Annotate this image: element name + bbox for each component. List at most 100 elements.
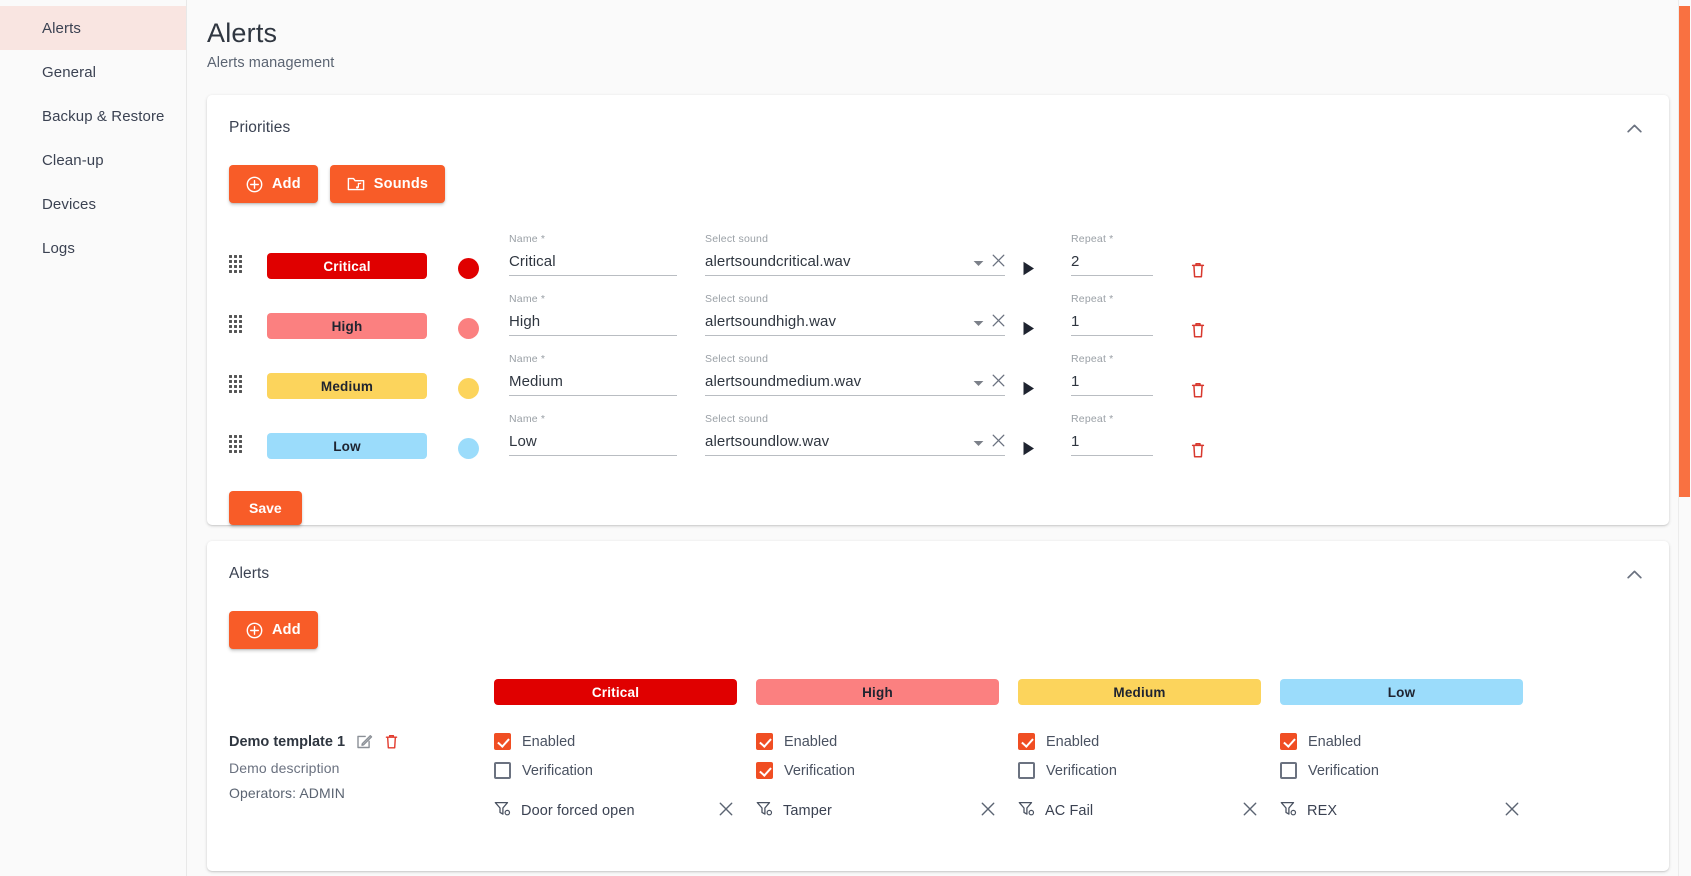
filter-settings-icon[interactable]: [756, 801, 773, 821]
enabled-label: Enabled: [1046, 734, 1099, 750]
play-sound-icon[interactable]: [1005, 321, 1051, 345]
priority-badge: Medium: [267, 373, 427, 399]
sidebar-item-label: Alerts: [42, 20, 81, 37]
filter-settings-icon[interactable]: [1018, 801, 1035, 821]
sidebar-item-backup-restore[interactable]: Backup & Restore: [0, 94, 186, 138]
verification-checkbox-row[interactable]: Verification: [756, 762, 999, 779]
priority-sound-select[interactable]: alertsoundhigh.wav: [705, 313, 1005, 336]
sidebar-item-alerts[interactable]: Alerts: [0, 6, 186, 50]
priority-sound-select[interactable]: alertsoundcritical.wav: [705, 253, 1005, 276]
sidebar-item-clean-up[interactable]: Clean-up: [0, 138, 186, 182]
delete-priority-button[interactable]: [1153, 381, 1243, 405]
priority-repeat-input[interactable]: 1: [1071, 313, 1153, 336]
verification-checkbox[interactable]: [756, 762, 773, 779]
priority-name-input[interactable]: Medium: [509, 373, 677, 396]
clear-sound-icon[interactable]: [992, 314, 1005, 332]
chevron-up-icon[interactable]: [1621, 561, 1647, 587]
priority-color-picker[interactable]: [427, 318, 509, 345]
priority-color-picker[interactable]: [427, 438, 509, 465]
field-label-name: Name *: [509, 353, 545, 365]
sound-field-actions: [973, 434, 1005, 452]
priority-row: Medium Name * Medium Select sound alerts…: [207, 345, 1669, 405]
priority-repeat-input[interactable]: 1: [1071, 433, 1153, 456]
enabled-checkbox[interactable]: [494, 733, 511, 750]
priority-repeat-field: Repeat * 1: [1071, 373, 1153, 398]
chevron-up-icon[interactable]: [1621, 115, 1647, 141]
verification-checkbox-row[interactable]: Verification: [494, 762, 737, 779]
priority-repeat-input[interactable]: 2: [1071, 253, 1153, 276]
clear-sound-icon[interactable]: [992, 434, 1005, 452]
scrollbar-thumb[interactable]: [1679, 6, 1690, 497]
chevron-down-icon[interactable]: [973, 434, 984, 452]
priority-repeat-input[interactable]: 1: [1071, 373, 1153, 396]
page-scrollbar[interactable]: [1678, 0, 1691, 876]
trash-icon[interactable]: [384, 733, 399, 750]
drag-handle-icon[interactable]: [229, 255, 267, 285]
edit-pencil-icon[interactable]: [356, 733, 373, 750]
play-sound-icon[interactable]: [1005, 381, 1051, 405]
alert-template-cell: Demo template 1 Demo description Operato…: [229, 733, 494, 821]
enabled-checkbox[interactable]: [1280, 733, 1297, 750]
drag-handle-icon[interactable]: [229, 375, 267, 405]
filter-settings-icon[interactable]: [1280, 801, 1297, 821]
priority-sound-field: Select sound alertsoundlow.wav: [705, 433, 1005, 458]
enabled-checkbox-row[interactable]: Enabled: [1018, 733, 1261, 750]
verification-checkbox[interactable]: [494, 762, 511, 779]
enabled-checkbox[interactable]: [756, 733, 773, 750]
chevron-down-icon[interactable]: [973, 314, 984, 332]
enabled-checkbox-row[interactable]: Enabled: [1280, 733, 1523, 750]
sidebar-item-general[interactable]: General: [0, 50, 186, 94]
enabled-checkbox[interactable]: [1018, 733, 1035, 750]
priority-repeat-field: Repeat * 1: [1071, 313, 1153, 338]
verification-checkbox-row[interactable]: Verification: [1018, 762, 1261, 779]
priority-name-input[interactable]: High: [509, 313, 677, 336]
clear-sound-icon[interactable]: [992, 254, 1005, 272]
play-sound-icon[interactable]: [1005, 261, 1051, 285]
enabled-checkbox-row[interactable]: Enabled: [756, 733, 999, 750]
template-operators: Operators: ADMIN: [229, 785, 484, 801]
field-label-name: Name *: [509, 413, 545, 425]
chevron-down-icon[interactable]: [973, 374, 984, 392]
list-item: Door forced open: [494, 801, 737, 821]
priority-sound-field: Select sound alertsoundcritical.wav: [705, 253, 1005, 278]
priority-name-input[interactable]: Low: [509, 433, 677, 456]
verification-checkbox-row[interactable]: Verification: [1280, 762, 1523, 779]
settings-sidebar: Alerts General Backup & Restore Clean-up…: [0, 0, 187, 876]
delete-priority-button[interactable]: [1153, 261, 1243, 285]
verification-checkbox[interactable]: [1280, 762, 1297, 779]
drag-handle-icon[interactable]: [229, 435, 267, 465]
priority-name-input[interactable]: Critical: [509, 253, 677, 276]
add-alert-button[interactable]: Add: [229, 611, 318, 649]
priority-sound-select[interactable]: alertsoundmedium.wav: [705, 373, 1005, 396]
remove-item-icon[interactable]: [981, 802, 999, 820]
filter-settings-icon[interactable]: [494, 801, 511, 821]
sidebar-item-devices[interactable]: Devices: [0, 182, 186, 226]
field-label-select-sound: Select sound: [705, 293, 768, 305]
priority-color-picker[interactable]: [427, 258, 509, 285]
chevron-down-icon[interactable]: [973, 254, 984, 272]
save-button[interactable]: Save: [229, 491, 302, 525]
enabled-checkbox-row[interactable]: Enabled: [494, 733, 737, 750]
clear-sound-icon[interactable]: [992, 374, 1005, 392]
color-swatch: [458, 318, 479, 339]
priority-sound-select[interactable]: alertsoundlow.wav: [705, 433, 1005, 456]
sounds-button[interactable]: Sounds: [330, 165, 445, 203]
page-subtitle: Alerts management: [207, 55, 1669, 71]
delete-priority-button[interactable]: [1153, 441, 1243, 465]
enabled-label: Enabled: [1308, 734, 1361, 750]
priority-badge: Critical: [267, 253, 427, 279]
priority-color-picker[interactable]: [427, 378, 509, 405]
drag-handle-icon[interactable]: [229, 315, 267, 345]
add-priority-button[interactable]: Add: [229, 165, 318, 203]
delete-priority-button[interactable]: [1153, 321, 1243, 345]
alerts-column-header-critical: Critical: [494, 679, 756, 705]
play-sound-icon[interactable]: [1005, 441, 1051, 465]
sidebar-item-logs[interactable]: Logs: [0, 226, 186, 270]
sidebar-item-label: General: [42, 64, 96, 81]
sounds-label: Sounds: [374, 176, 428, 192]
alert-item-name: REX: [1307, 803, 1495, 819]
verification-checkbox[interactable]: [1018, 762, 1035, 779]
remove-item-icon[interactable]: [719, 802, 737, 820]
remove-item-icon[interactable]: [1505, 802, 1523, 820]
remove-item-icon[interactable]: [1243, 802, 1261, 820]
